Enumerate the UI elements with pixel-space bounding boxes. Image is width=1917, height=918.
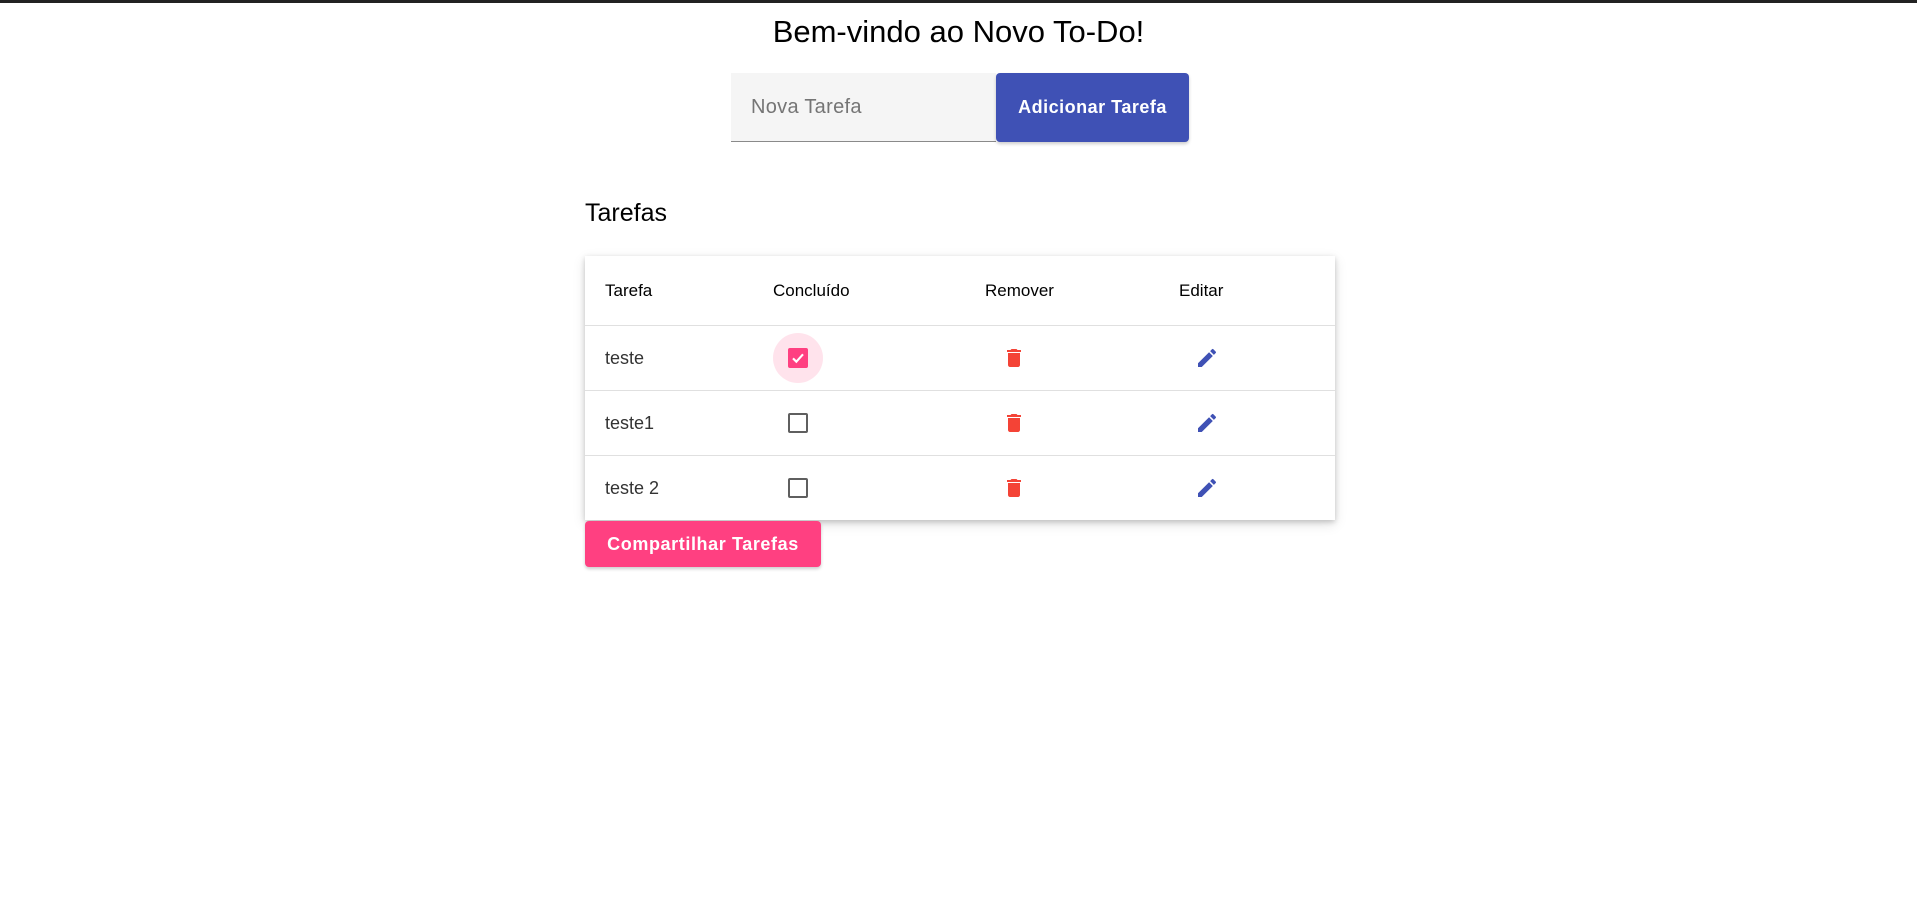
new-task-input[interactable] bbox=[731, 73, 996, 142]
done-checkbox[interactable] bbox=[773, 456, 823, 520]
column-header-task: Tarefa bbox=[605, 280, 653, 300]
task-name: teste1 bbox=[605, 412, 655, 433]
tasks-table: Tarefa Concluído Remover Editar teste te… bbox=[585, 256, 1335, 520]
column-header-edit: Editar bbox=[1179, 280, 1224, 300]
task-name: teste bbox=[605, 347, 645, 368]
done-checkbox[interactable] bbox=[773, 326, 823, 390]
delete-icon[interactable] bbox=[994, 456, 1034, 520]
edit-pencil-icon[interactable] bbox=[1187, 326, 1227, 390]
checkbox-box bbox=[788, 348, 808, 368]
task-name: teste 2 bbox=[605, 477, 660, 498]
table-header-row: Tarefa Concluído Remover Editar bbox=[585, 256, 1335, 326]
tasks-section-title: Tarefas bbox=[585, 199, 667, 227]
edit-pencil-icon[interactable] bbox=[1187, 456, 1227, 520]
column-header-done: Concluído bbox=[773, 280, 850, 300]
add-task-button[interactable]: Adicionar Tarefa bbox=[996, 73, 1189, 142]
page-title: Bem-vindo ao Novo To-Do! bbox=[772, 14, 1145, 49]
checkbox-box bbox=[788, 478, 808, 498]
table-row: teste bbox=[585, 326, 1335, 391]
edit-pencil-icon[interactable] bbox=[1187, 391, 1227, 455]
table-row: teste 2 bbox=[585, 456, 1335, 520]
checkbox-box bbox=[788, 413, 808, 433]
share-tasks-button[interactable]: Compartilhar Tarefas bbox=[585, 521, 821, 567]
delete-icon[interactable] bbox=[994, 326, 1034, 390]
top-border bbox=[0, 0, 1917, 3]
table-row: teste1 bbox=[585, 391, 1335, 456]
column-header-remove: Remover bbox=[985, 280, 1054, 300]
delete-icon[interactable] bbox=[994, 391, 1034, 455]
done-checkbox[interactable] bbox=[773, 391, 823, 455]
